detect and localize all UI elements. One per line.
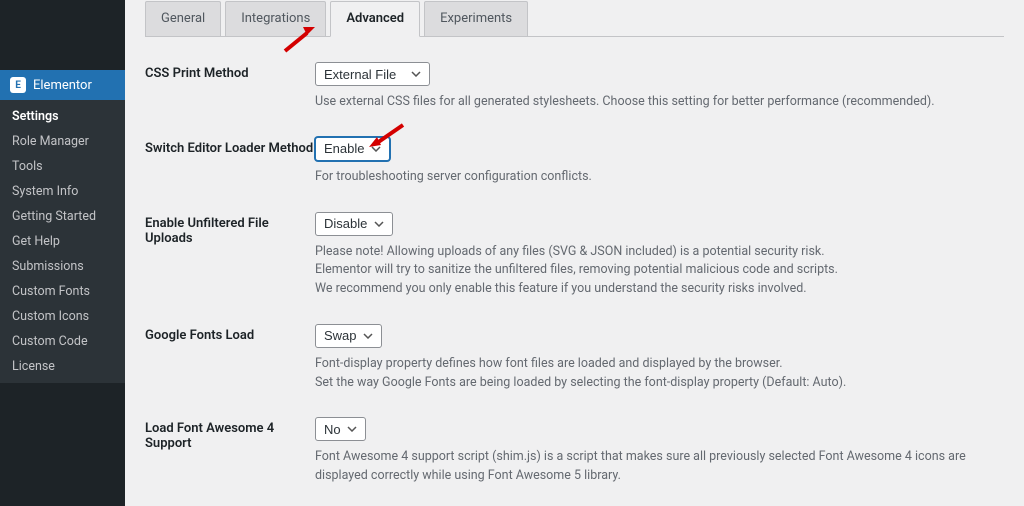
- select-google-fonts-load[interactable]: Swap: [315, 324, 382, 348]
- sidebar-item-get-help[interactable]: Get Help: [0, 229, 125, 254]
- sidebar-item-settings[interactable]: Settings: [0, 104, 125, 129]
- admin-sidebar: E Elementor SettingsRole ManagerToolsSys…: [0, 0, 125, 506]
- label-unfiltered-uploads: Enable Unfiltered File Uploads: [145, 212, 315, 246]
- sidebar-item-submissions[interactable]: Submissions: [0, 254, 125, 279]
- sidebar-item-license[interactable]: License: [0, 354, 125, 379]
- sidebar-plugin-label: Elementor: [33, 78, 92, 93]
- tab-advanced[interactable]: Advanced: [330, 1, 420, 37]
- sidebar-item-custom-code[interactable]: Custom Code: [0, 329, 125, 354]
- label-google-fonts-load: Google Fonts Load: [145, 324, 315, 343]
- desc-css-print-method: Use external CSS files for all generated…: [315, 93, 1004, 112]
- label-css-print-method: CSS Print Method: [145, 62, 315, 81]
- sidebar-submenu: SettingsRole ManagerToolsSystem InfoGett…: [0, 100, 125, 383]
- tab-general[interactable]: General: [145, 1, 221, 36]
- elementor-icon: E: [10, 77, 26, 93]
- desc-google-fonts-load: Font-display property defines how font f…: [315, 355, 1004, 393]
- row-css-print-method: CSS Print Method External File Use exter…: [145, 62, 1004, 112]
- row-font-awesome4: Load Font Awesome 4 Support No Font Awes…: [145, 417, 1004, 486]
- select-unfiltered-uploads[interactable]: Disable: [315, 212, 393, 236]
- desc-switch-editor-loader: For troubleshooting server configuration…: [315, 168, 1004, 187]
- sidebar-item-custom-fonts[interactable]: Custom Fonts: [0, 279, 125, 304]
- sidebar-item-role-manager[interactable]: Role Manager: [0, 129, 125, 154]
- main-content: GeneralIntegrationsAdvancedExperiments C…: [125, 0, 1024, 506]
- settings-form: CSS Print Method External File Use exter…: [145, 62, 1004, 486]
- row-unfiltered-uploads: Enable Unfiltered File Uploads Disable P…: [145, 212, 1004, 299]
- sidebar-plugin-header[interactable]: E Elementor: [0, 70, 125, 100]
- sidebar-spacer: [0, 0, 125, 70]
- desc-font-awesome4: Font Awesome 4 support script (shim.js) …: [315, 448, 1004, 486]
- row-google-fonts-load: Google Fonts Load Swap Font-display prop…: [145, 324, 1004, 393]
- label-switch-editor-loader: Switch Editor Loader Method: [145, 137, 315, 156]
- tab-experiments[interactable]: Experiments: [424, 1, 528, 36]
- settings-tabs: GeneralIntegrationsAdvancedExperiments: [145, 0, 1004, 37]
- sidebar-item-tools[interactable]: Tools: [0, 154, 125, 179]
- select-css-print-method[interactable]: External File: [315, 62, 430, 86]
- row-switch-editor-loader: Switch Editor Loader Method Enable For t…: [145, 137, 1004, 187]
- tab-integrations[interactable]: Integrations: [225, 1, 326, 36]
- sidebar-item-custom-icons[interactable]: Custom Icons: [0, 304, 125, 329]
- sidebar-item-system-info[interactable]: System Info: [0, 179, 125, 204]
- select-switch-editor-loader[interactable]: Enable: [315, 137, 390, 161]
- select-font-awesome4[interactable]: No: [315, 417, 366, 441]
- desc-unfiltered-uploads: Please note! Allowing uploads of any fil…: [315, 243, 1004, 299]
- sidebar-item-getting-started[interactable]: Getting Started: [0, 204, 125, 229]
- label-font-awesome4: Load Font Awesome 4 Support: [145, 417, 315, 451]
